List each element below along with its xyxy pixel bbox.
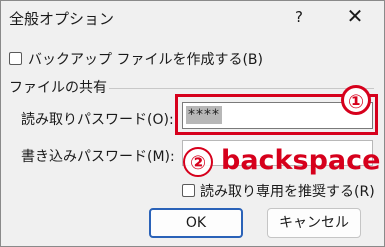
readonly-recommended-label[interactable]: 読み取り専用を推奨する(R)	[200, 181, 375, 201]
general-options-dialog: 全般オプション ? ✕ バックアップ ファイルを作成する(B) ファイルの共有 …	[0, 0, 385, 247]
backup-checkbox[interactable]	[9, 52, 22, 65]
title-bar: 全般オプション ? ✕	[1, 1, 384, 35]
readonly-recommended-checkbox[interactable]	[182, 184, 195, 197]
read-password-label: 読み取りパスワード(O):	[21, 112, 174, 128]
cancel-button[interactable]: キャンセル	[267, 208, 361, 238]
backup-checkbox-label[interactable]: バックアップ ファイルを作成する(B)	[28, 49, 263, 69]
step-2-instruction: backspace	[221, 145, 381, 176]
write-password-label: 書き込みパスワード(M):	[21, 149, 175, 165]
help-button[interactable]: ?	[286, 3, 312, 31]
step-2-badge: ②	[183, 147, 213, 177]
group-divider	[109, 88, 374, 89]
file-sharing-group-label: ファイルの共有	[9, 80, 107, 96]
step-1-badge: ①	[341, 85, 371, 115]
dialog-title: 全般オプション	[9, 10, 115, 28]
ok-button[interactable]: OK	[149, 208, 243, 238]
close-button[interactable]: ✕	[340, 3, 370, 31]
